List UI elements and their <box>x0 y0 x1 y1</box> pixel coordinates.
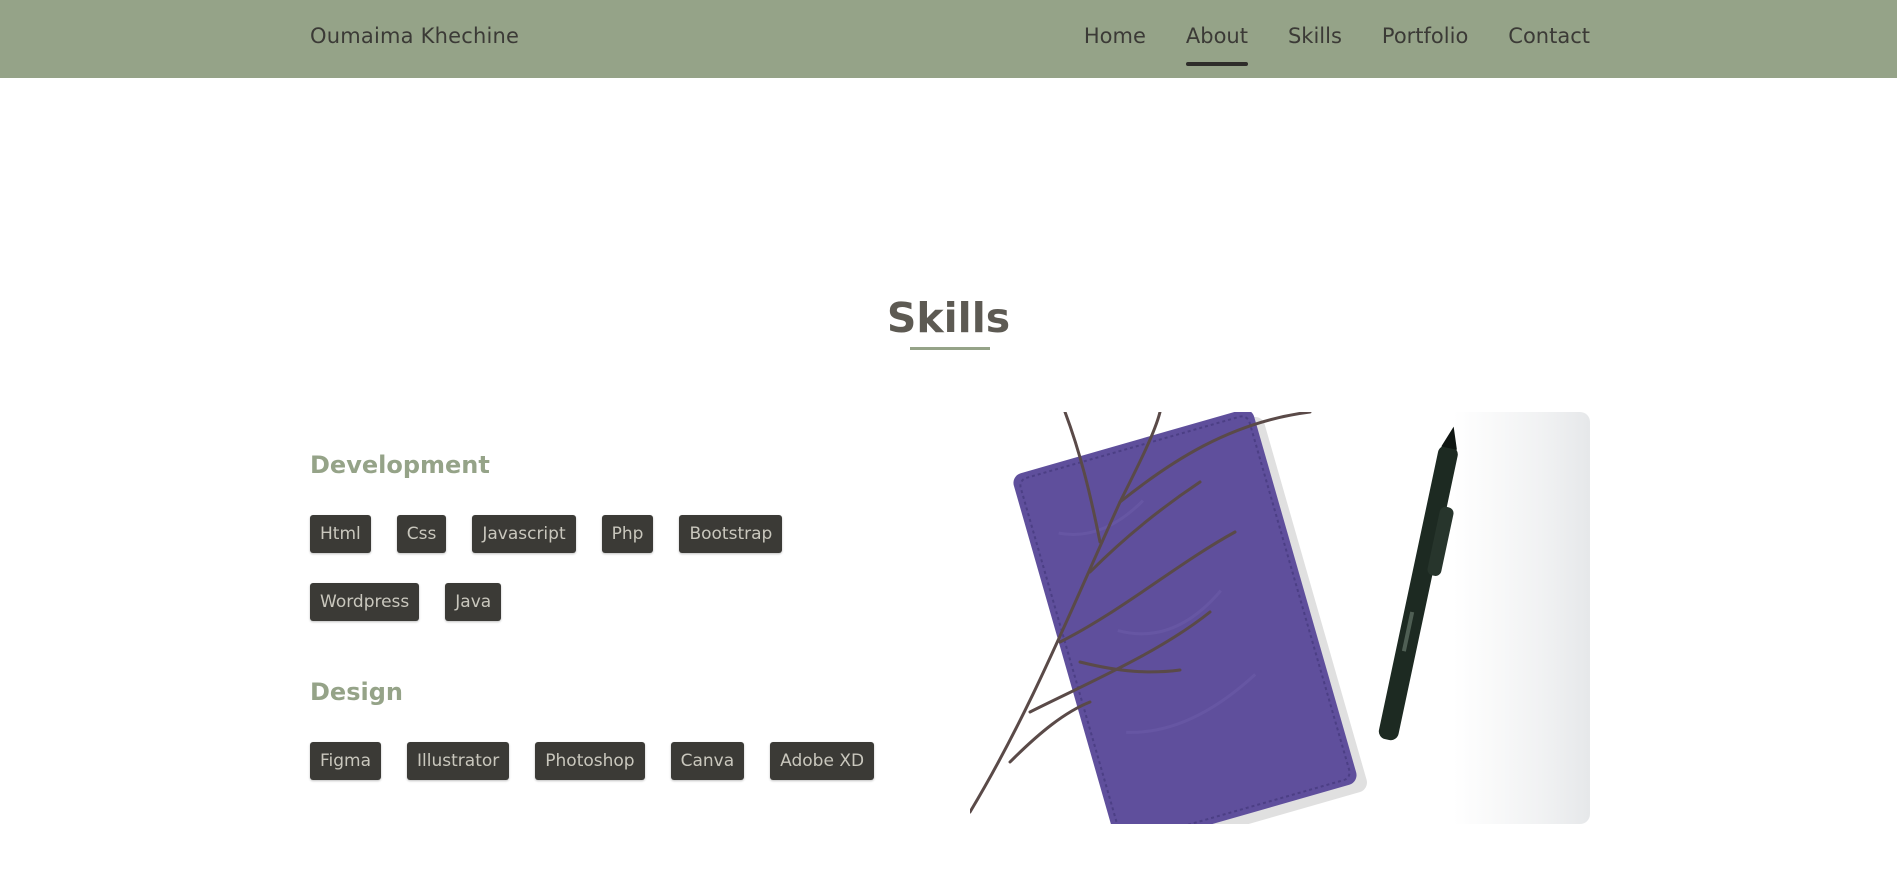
skill-tag-photoshop: Photoshop <box>535 742 645 780</box>
skill-tag-figma: Figma <box>310 742 382 780</box>
design-tags-row: Figma Illustrator Photoshop Canva Adobe … <box>310 742 875 780</box>
skill-tag-wordpress: Wordpress <box>310 583 420 621</box>
notebook-pen-branch-icon <box>970 412 1458 824</box>
brand-name[interactable]: Oumaima Khechine <box>310 24 519 48</box>
notebook-photo <box>970 412 1590 824</box>
nav-skills[interactable]: Skills <box>1288 24 1342 48</box>
development-heading: Development <box>310 451 490 479</box>
skill-tag-java: Java <box>445 583 502 621</box>
nav-contact[interactable]: Contact <box>1508 24 1590 48</box>
title-underline <box>910 347 990 350</box>
development-tags-row-1: Html Css Javascript Php Bootstrap <box>310 515 783 553</box>
skill-tag-bootstrap: Bootstrap <box>679 515 783 553</box>
skills-title: Skills <box>886 294 1011 342</box>
design-heading: Design <box>310 678 403 706</box>
skill-tag-adobe-xd: Adobe XD <box>770 742 875 780</box>
development-tags-row-2: Wordpress Java <box>310 583 502 621</box>
skill-tag-php: Php <box>601 515 654 553</box>
nav-about[interactable]: About <box>1185 24 1249 66</box>
skill-tag-html: Html <box>310 515 371 553</box>
skill-tag-javascript: Javascript <box>472 515 576 553</box>
skill-tag-canva: Canva <box>670 742 745 780</box>
skill-tag-css: Css <box>396 515 447 553</box>
nav-portfolio[interactable]: Portfolio <box>1382 24 1468 48</box>
main-nav: Home About Skills Portfolio Contact <box>1084 24 1590 66</box>
nav-home[interactable]: Home <box>1084 24 1146 48</box>
top-navbar: Oumaima Khechine Home About Skills Portf… <box>0 0 1897 78</box>
skill-tag-illustrator: Illustrator <box>407 742 510 780</box>
